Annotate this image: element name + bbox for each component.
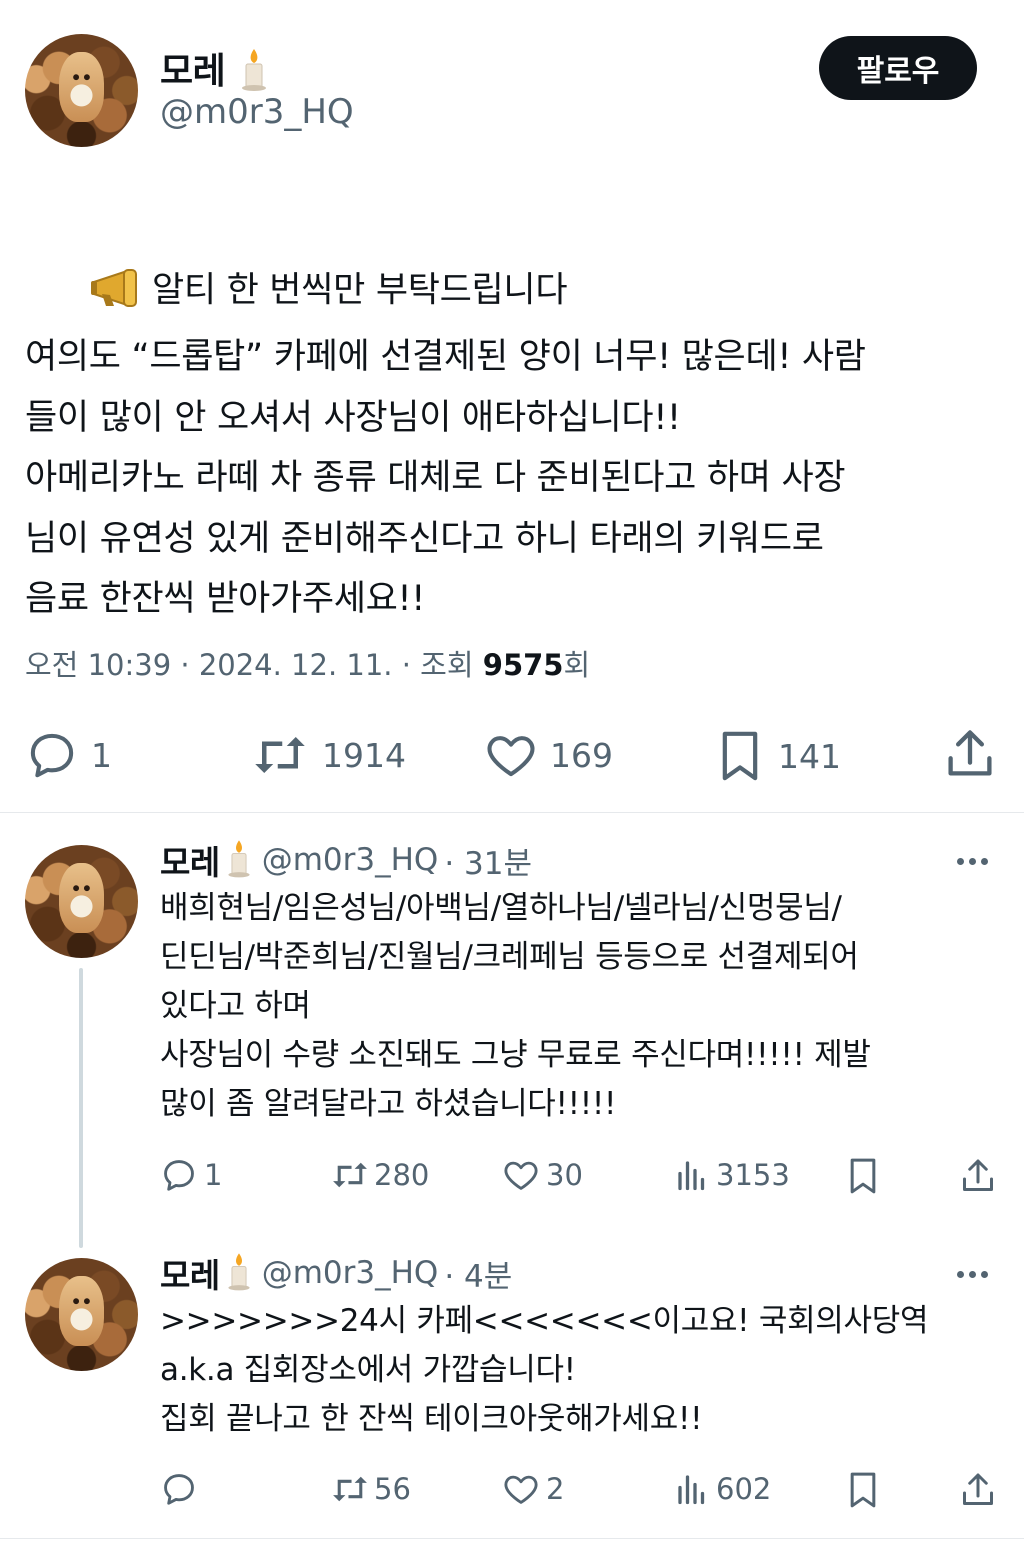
- reply-avatar[interactable]: [25, 845, 138, 958]
- reply-body: >>>>>>>24시 카페<<<<<<<이고요! 국회의사당역 a.k.a 집회…: [160, 1297, 1010, 1444]
- like-button[interactable]: 30: [502, 1156, 583, 1194]
- views-count: 9575: [482, 648, 564, 682]
- reply-line: 있다고 하며: [160, 988, 311, 1024]
- reply-body: 배희현님/임은성님/아백님/열하나님/넬라님/신멍뭉님/ 딘딘님/박준희님/진월…: [160, 884, 1010, 1129]
- bookmark-count: 141: [778, 736, 841, 776]
- retweet-count: 280: [374, 1158, 430, 1192]
- author-handle[interactable]: @m0r3_HQ: [160, 92, 354, 132]
- like-button[interactable]: 169: [484, 728, 613, 782]
- reply-button[interactable]: 1: [25, 728, 112, 782]
- retweet-button[interactable]: 56: [330, 1470, 411, 1508]
- views-icon: [678, 1475, 705, 1505]
- bookmark-button[interactable]: [846, 1156, 880, 1196]
- tweet-line: 음료 한잔씩 받아가주세요!!: [25, 579, 426, 619]
- reply-icon: [164, 1160, 194, 1191]
- bookmark-icon: [850, 1158, 876, 1194]
- heart-icon: [504, 1161, 538, 1190]
- avatar-image: [58, 863, 105, 934]
- divider: [0, 1538, 1024, 1539]
- heart-icon: [487, 736, 535, 777]
- tweet-meta: 오전 10:39 · 2024. 12. 11. · 조회 9575회: [25, 648, 591, 682]
- reply-avatar[interactable]: [25, 1258, 138, 1371]
- tweet-time[interactable]: 오전 10:39: [25, 648, 171, 682]
- retweet-button[interactable]: 1914: [250, 728, 406, 782]
- avatar-image: [58, 52, 105, 123]
- views-count: 3153: [716, 1158, 790, 1192]
- like-count: 169: [550, 735, 613, 775]
- tweet-line: 아메리카노 라떼 차 종류 대체로 다 준비된다고 하며 사장: [25, 458, 846, 498]
- reply-icon: [164, 1474, 194, 1505]
- views-button[interactable]: 3153: [674, 1156, 790, 1194]
- like-count: 2: [546, 1472, 565, 1506]
- candle-icon: [224, 838, 254, 882]
- reply-header: 모레 @m0r3_HQ · 4분: [160, 1249, 512, 1297]
- reply-button[interactable]: [160, 1470, 204, 1508]
- share-button[interactable]: [960, 1156, 996, 1196]
- bookmark-button[interactable]: 141: [716, 728, 841, 784]
- author-handle[interactable]: @m0r3_HQ: [262, 842, 439, 878]
- retweet-icon: [255, 737, 305, 773]
- reply-line: 사장님이 수량 소진돼도 그냥 무료로 주신다며!!!!! 제발: [160, 1037, 871, 1073]
- views-label: 조회: [420, 648, 474, 682]
- bookmark-icon: [722, 731, 758, 781]
- like-button[interactable]: 2: [502, 1470, 564, 1508]
- share-icon: [948, 730, 992, 776]
- author-name[interactable]: 모레: [160, 836, 220, 884]
- tweet-date[interactable]: 2024. 12. 11.: [199, 648, 393, 682]
- bookmark-button[interactable]: [846, 1470, 880, 1510]
- share-button[interactable]: [960, 1470, 996, 1510]
- author-handle[interactable]: @m0r3_HQ: [262, 1255, 439, 1291]
- megaphone-icon: [25, 206, 146, 327]
- reply-count: 1: [91, 735, 112, 775]
- retweet-button[interactable]: 280: [330, 1156, 429, 1194]
- tweet-body: 알티 한 번씩만 부탁드립니다 여의도 “드롭탑” 카페에 선결제된 양이 너무…: [25, 206, 1005, 630]
- reply-time[interactable]: · 4분: [444, 1251, 512, 1296]
- reply-line: a.k.a 집회장소에서 가깝습니다!: [160, 1352, 576, 1388]
- author-avatar[interactable]: [25, 34, 138, 147]
- share-icon: [963, 1473, 993, 1505]
- like-count: 30: [546, 1158, 583, 1192]
- tweet-line: 님이 유연성 있게 준비해주신다고 하니 타래의 키워드로: [25, 518, 824, 559]
- author-name-row[interactable]: 모레: [160, 42, 271, 100]
- thread-connector: [79, 968, 83, 1248]
- retweet-count: 1914: [322, 735, 406, 775]
- reply-line: 집회 끝나고 한 잔씩 테이크아웃해가세요!!: [160, 1401, 703, 1437]
- more-icon[interactable]: [957, 858, 988, 865]
- author-name[interactable]: 모레: [160, 1249, 220, 1297]
- views-icon: [678, 1161, 705, 1191]
- retweet-icon: [333, 1162, 367, 1188]
- retweet-icon: [333, 1476, 367, 1502]
- reply-line: 딘딘님/박준희님/진월님/크레페님 등등으로 선결제되어: [160, 939, 859, 975]
- avatar-image: [58, 1276, 105, 1347]
- reply-icon: [30, 733, 74, 778]
- retweet-count: 56: [374, 1472, 411, 1506]
- reply-header: 모레 @m0r3_HQ · 31분: [160, 836, 532, 884]
- tweet-line: 여의도 “드롭탑” 카페에 선결제된 양이 너무! 많은데! 사람: [25, 337, 866, 377]
- reply-button[interactable]: 1: [160, 1156, 222, 1194]
- divider: [0, 812, 1024, 813]
- more-icon[interactable]: [957, 1271, 988, 1278]
- share-icon: [963, 1159, 993, 1191]
- share-button[interactable]: [944, 726, 996, 782]
- reply-line: 많이 좀 알려달라고 하셨습니다!!!!!: [160, 1086, 617, 1122]
- reply-line: >>>>>>>24시 카페<<<<<<<이고요! 국회의사당역: [160, 1303, 929, 1339]
- tweet-line: 들이 많이 안 오셔서 사장님이 애타하십니다!!: [25, 397, 681, 438]
- views-button[interactable]: 602: [674, 1470, 771, 1508]
- heart-icon: [504, 1475, 538, 1504]
- reply-count: 1: [204, 1158, 223, 1192]
- views-count: 602: [716, 1472, 772, 1506]
- reply-line: 배희현님/임은성님/아백님/열하나님/넬라님/신멍뭉님/: [160, 890, 842, 926]
- reply-time[interactable]: · 31분: [444, 838, 532, 883]
- candle-icon: [224, 1251, 254, 1295]
- tweet-line: 알티 한 번씩만 부탁드립니다: [25, 206, 1005, 327]
- follow-button[interactable]: 팔로우: [819, 36, 977, 100]
- bookmark-icon: [850, 1472, 876, 1508]
- author-name[interactable]: 모레: [160, 51, 226, 92]
